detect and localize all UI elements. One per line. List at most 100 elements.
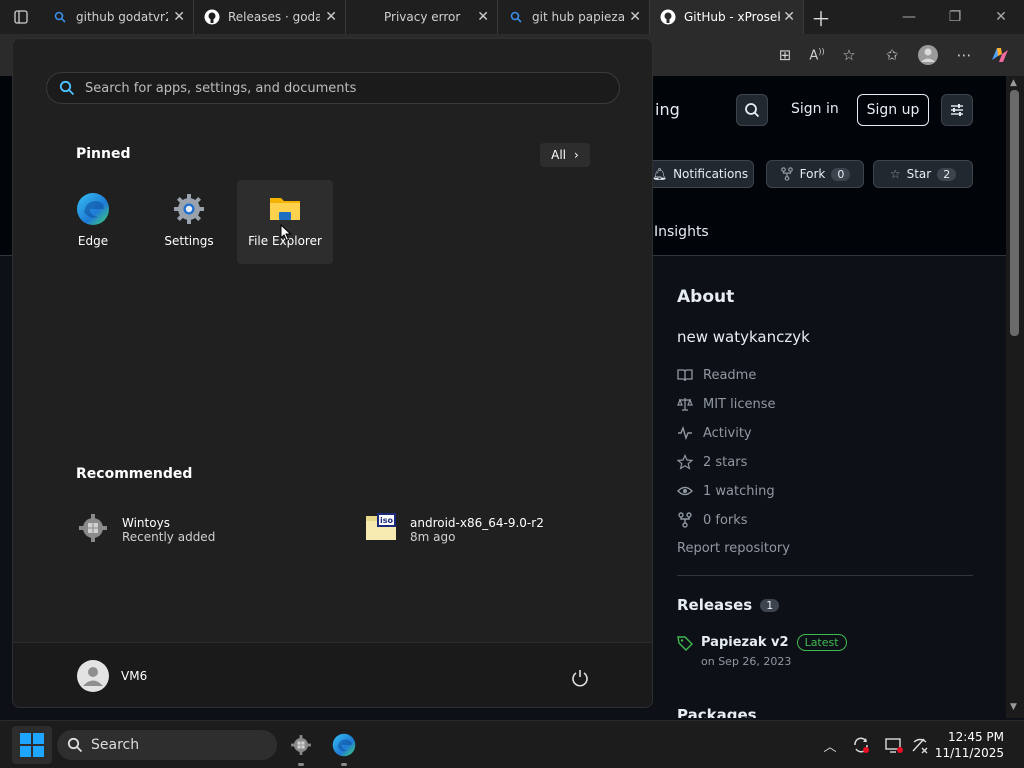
chevron-right-icon: › [574,148,579,162]
tab-insights[interactable]: Insights [654,224,709,240]
recommended-item-wintoys[interactable]: Wintoys Recently added [76,511,215,549]
fork-icon [678,512,692,528]
tab-title: GitHub - xProsek [684,10,780,24]
tray-network-button[interactable] [910,735,930,755]
latest-release[interactable]: Papiezak v2 Latest [677,634,847,651]
license-link[interactable]: MIT license [677,396,776,412]
minimize-button[interactable]: — [886,0,932,34]
star-label: Star [906,167,932,181]
clock-date: 11/11/2025 [934,746,1004,760]
restore-button[interactable]: ❐ [932,0,978,34]
tray-sync-button[interactable] [851,735,871,755]
recommended-title: Recommended [76,466,193,482]
tray-display-button[interactable] [884,735,904,755]
settings-more-button[interactable]: ⋯ [952,44,976,66]
close-tab-icon[interactable]: ✕ [629,10,641,24]
wintoys-icon [291,735,311,755]
notifications-button[interactable]: 🔔︎ Notifications [646,160,754,188]
svg-text:iso: iso [380,516,394,525]
running-indicator [341,763,347,766]
tab-actions-icon [14,10,28,24]
favorite-button[interactable]: ☆ [837,44,861,66]
bell-icon: 🔔︎ [651,167,668,181]
start-button[interactable] [12,726,52,764]
chevron-up-icon: ︿ [823,739,837,755]
tab-actions-button[interactable] [0,0,42,34]
close-tab-icon[interactable]: ✕ [325,10,337,24]
apps-icon: ⊞ [778,46,792,64]
pinned-app-file-explorer[interactable]: File Explorer [237,180,333,264]
pinned-app-edge[interactable]: Edge [45,180,141,264]
watching-link[interactable]: 1 watching [677,483,775,499]
close-tab-icon[interactable]: ✕ [173,10,185,24]
all-apps-button[interactable]: All › [540,143,590,167]
browser-tab-1[interactable]: github godatvr2025 - Search ✕ [42,0,194,34]
recommended-sub: Recently added [122,530,216,544]
close-window-button[interactable]: ✕ [978,0,1024,34]
power-button[interactable] [569,667,591,689]
github-search-button[interactable] [736,94,768,126]
search-icon [745,103,760,118]
search-icon [52,9,68,25]
taskbar: Search ︿ 12:45 PM 11/11/2025 [0,720,1024,768]
browser-tab-2[interactable]: Releases · godatpapiezak ✕ [194,0,346,34]
releases-heading[interactable]: Releases 1 [677,596,780,614]
copilot-button[interactable] [988,44,1012,66]
display-icon [885,738,903,753]
folder-icon [268,192,302,226]
close-tab-icon[interactable]: ✕ [477,10,489,24]
pinned-title: Pinned [76,146,131,162]
scroll-down-icon[interactable]: ▼ [1010,702,1017,712]
new-tab-button[interactable]: ＋ [804,0,838,34]
about-row-label: MIT license [703,396,776,412]
user-account-button[interactable]: VM6 [77,660,147,692]
scrollbar-thumb[interactable] [1010,90,1019,336]
readme-link[interactable]: Readme [677,367,756,383]
show-hidden-icons-button[interactable]: ︿ [820,735,840,755]
start-search-input[interactable] [85,80,605,96]
about-row-label: 0 forks [703,512,748,528]
copilot-icon [992,48,1008,62]
sign-up-button[interactable]: Sign up [857,94,929,126]
sign-in-link[interactable]: Sign in [791,101,839,117]
start-search-box[interactable] [46,72,620,104]
taskbar-app-wintoys[interactable] [287,730,315,766]
network-disconnected-icon [912,738,928,754]
report-repository-link[interactable]: Report repository [677,541,790,556]
pulse-icon [678,425,692,441]
profile-button[interactable] [916,44,940,66]
pinned-app-settings[interactable]: Settings [141,180,237,264]
github-icon [204,9,220,25]
read-aloud-button[interactable]: A)) [805,44,829,66]
browser-tab-bar: github godatvr2025 - Search ✕ Releases ·… [0,0,1024,34]
fork-button[interactable]: Fork 0 [766,160,864,188]
activity-link[interactable]: Activity [677,425,752,441]
star-button[interactable]: ☆ Star 2 [873,160,973,188]
browser-tab-4[interactable]: git hub papiezak - Search ✕ [498,0,650,34]
recommended-item-iso[interactable]: iso android-x86_64-9.0-r2 8m ago [364,511,544,549]
more-icon: ⋯ [956,46,972,64]
all-apps-label: All [551,148,567,162]
filters-button[interactable] [941,94,973,126]
header-fragment: ing [655,100,680,119]
minimize-icon: — [902,9,916,25]
browser-tab-5-active[interactable]: GitHub - xProsek ✕ [650,0,804,34]
close-icon: ✕ [995,9,1007,25]
taskbar-app-edge[interactable] [330,730,358,766]
stars-link[interactable]: 2 stars [677,454,747,470]
book-icon [677,369,693,382]
taskbar-search-label: Search [91,737,140,753]
page-scrollbar[interactable]: ▲ ▼ [1006,76,1024,718]
taskbar-clock[interactable]: 12:45 PM 11/11/2025 [935,729,1004,761]
release-date: on Sep 26, 2023 [701,655,792,668]
close-tab-icon[interactable]: ✕ [783,10,795,24]
favorites-button[interactable]: ✩ [880,44,904,66]
browser-tab-3[interactable]: Privacy error ✕ [346,0,498,34]
taskbar-search[interactable]: Search [57,730,277,760]
forks-link[interactable]: 0 forks [677,512,748,528]
read-aloud-icon: A)) [809,46,825,64]
apps-button[interactable]: ⊞ [773,44,797,66]
scroll-up-icon[interactable]: ▲ [1010,78,1017,88]
avatar [77,660,109,692]
releases-title: Releases [677,596,753,614]
